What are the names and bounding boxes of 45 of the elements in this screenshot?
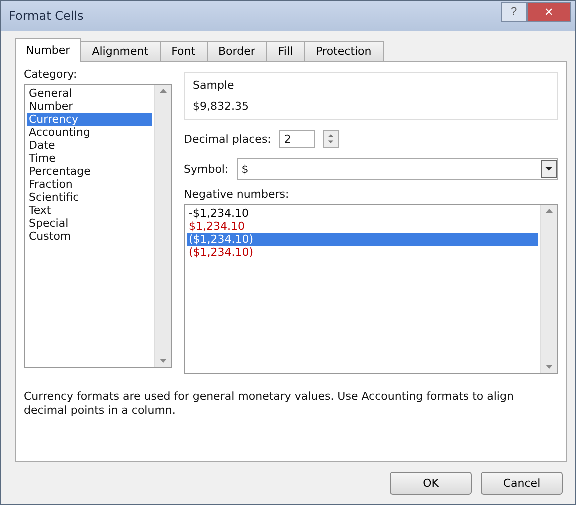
description-text: Currency formats are used for general monetary values. Use Accounting formats to align decimal points in a column.	[24, 390, 515, 418]
negative-number-item[interactable]: ($1,234.10)	[187, 246, 538, 259]
scroll-up-icon[interactable]	[546, 209, 552, 213]
category-item[interactable]: Currency	[27, 113, 152, 126]
negative-number-item[interactable]: ($1,234.10)	[187, 233, 538, 246]
category-item[interactable]: Number	[27, 100, 152, 113]
negative-number-item[interactable]: $1,234.10	[187, 220, 538, 233]
tab[interactable]: Alignment	[80, 41, 161, 61]
tab[interactable]: Protection	[304, 41, 384, 61]
symbol-dropdown[interactable]: $	[236, 158, 558, 180]
negative-numbers-label: Negative numbers:	[184, 188, 290, 201]
scrollbar[interactable]	[540, 205, 557, 373]
ok-button[interactable]: OK	[390, 472, 472, 495]
tab[interactable]: Border	[206, 41, 268, 61]
sample-label: Sample	[193, 79, 236, 92]
help-button[interactable]: ?	[501, 2, 527, 22]
cancel-button[interactable]: Cancel	[481, 472, 563, 495]
decimal-places-label: Decimal places:	[184, 132, 272, 146]
window-title: Format Cells	[9, 9, 85, 23]
symbol-label: Symbol:	[184, 162, 229, 176]
scroll-up-icon[interactable]	[160, 89, 166, 93]
category-item[interactable]: Custom	[27, 230, 152, 243]
category-item[interactable]: Percentage	[27, 165, 152, 178]
scroll-down-icon[interactable]	[546, 365, 552, 369]
category-item[interactable]: Fraction	[27, 178, 152, 191]
close-button[interactable]: ✕	[527, 2, 571, 22]
negative-numbers-list[interactable]: -$1,234.10 $1,234.10 ($1,234.10) ($1,234.10)	[184, 204, 558, 374]
category-item[interactable]: Text	[27, 204, 152, 217]
category-label: Category:	[24, 68, 78, 81]
sample-value: $9,832.35	[193, 100, 250, 113]
decimal-places-field[interactable]: 2	[279, 130, 316, 148]
scrollbar[interactable]	[154, 85, 171, 367]
scroll-down-icon[interactable]	[160, 359, 166, 363]
spinner-icon[interactable]	[323, 130, 340, 148]
negative-number-item[interactable]: -$1,234.10	[187, 207, 538, 220]
tab[interactable]: Number	[15, 38, 82, 62]
category-item[interactable]: Accounting	[27, 126, 152, 139]
category-list[interactable]: General Number Currency Accounting Date Time Percentage Fraction Scientific Text Special Custom	[24, 84, 172, 368]
category-item[interactable]: Scientific	[27, 191, 152, 204]
tab[interactable]: Fill	[266, 41, 306, 61]
category-item[interactable]: Date	[27, 139, 152, 152]
category-item[interactable]: Special	[27, 217, 152, 230]
tab[interactable]: Font	[160, 41, 208, 61]
category-item[interactable]: General	[27, 87, 152, 100]
category-item[interactable]: Time	[27, 152, 152, 165]
